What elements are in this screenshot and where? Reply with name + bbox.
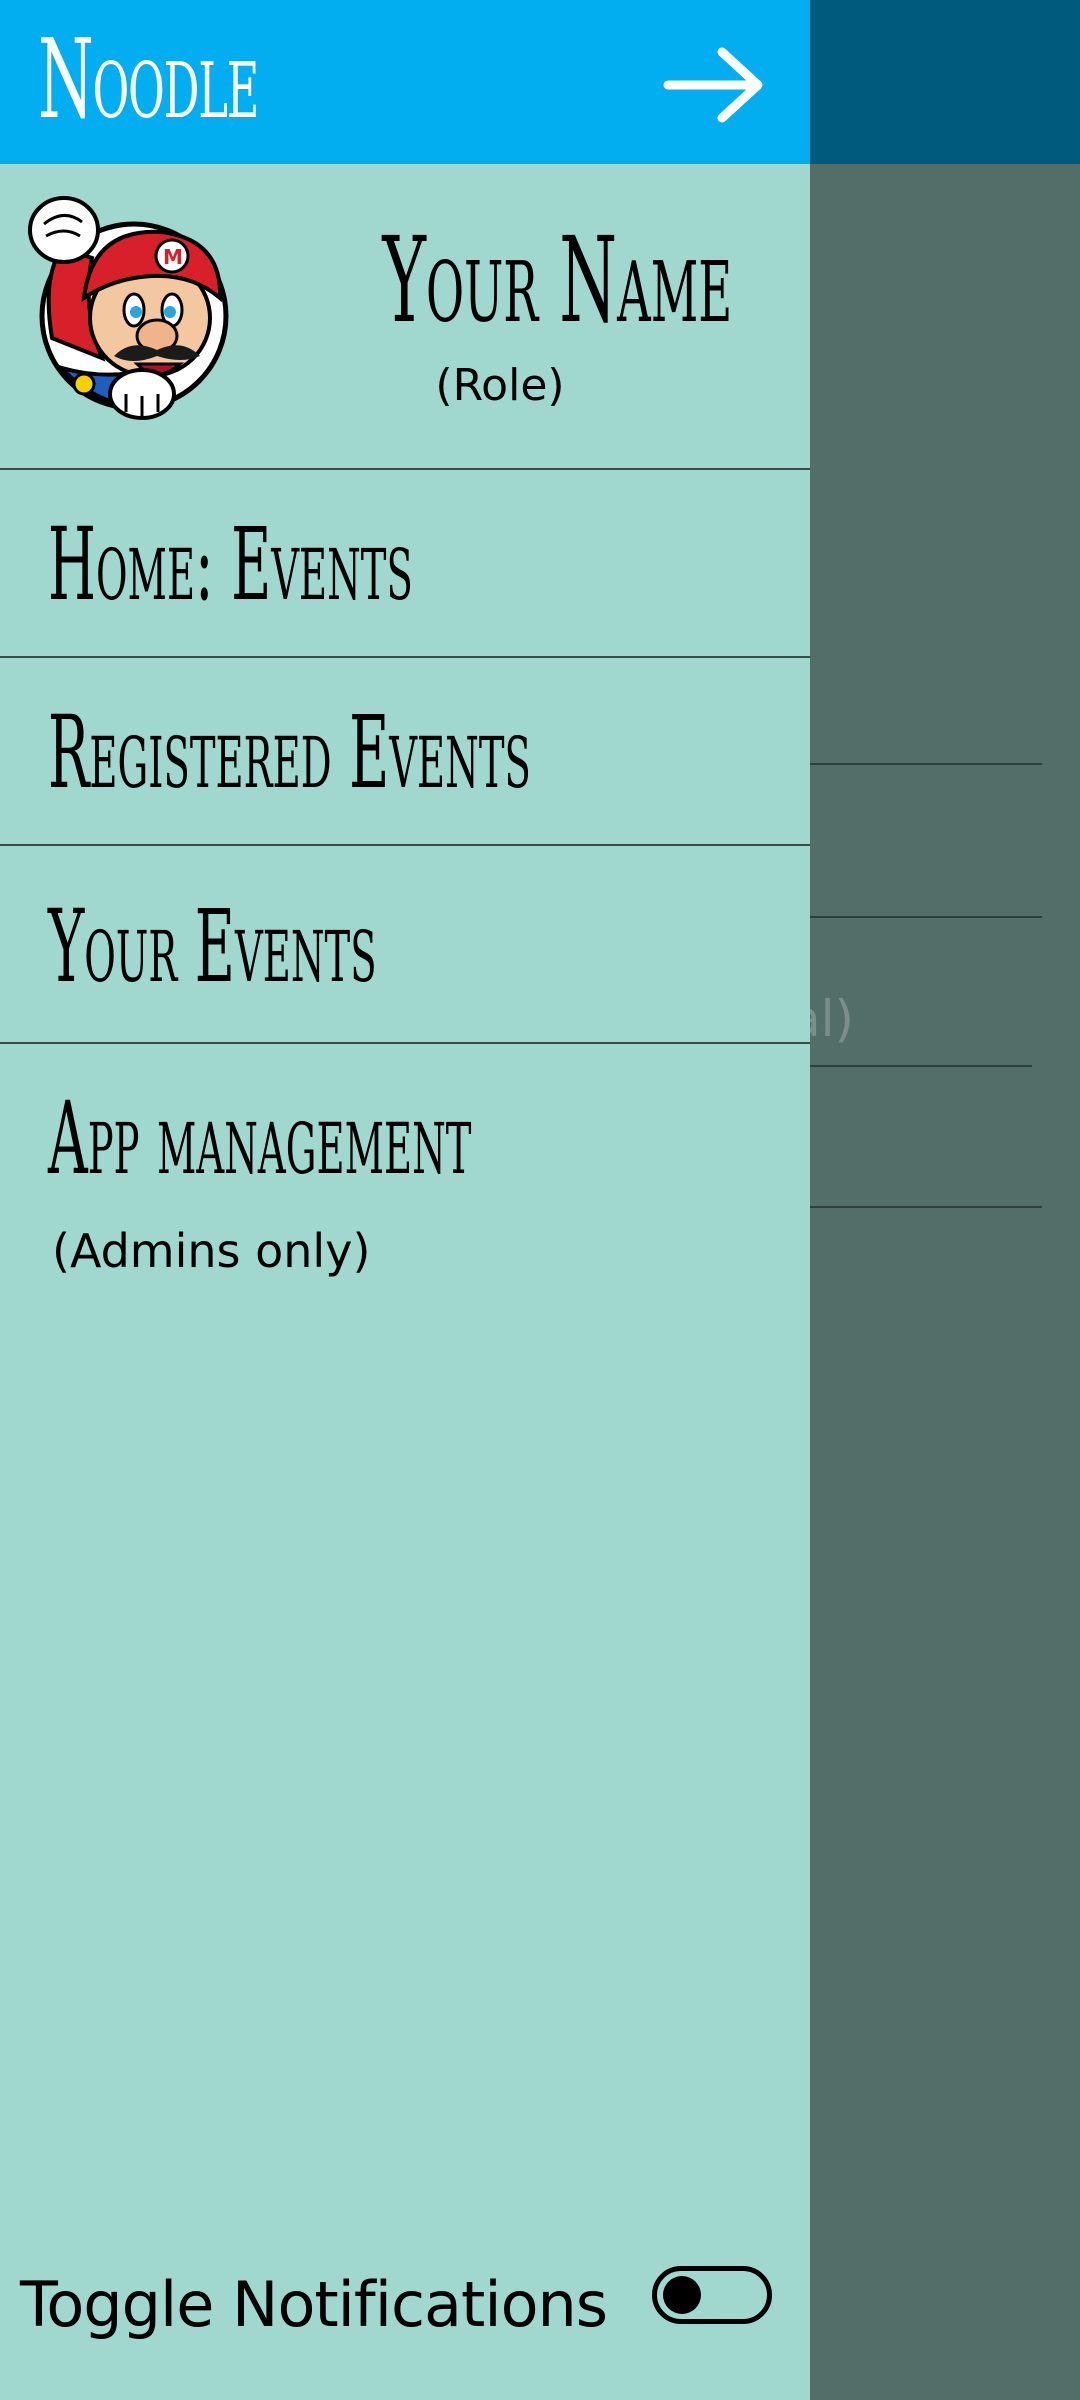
background-divider [810,1065,1032,1067]
drawer-header: Noodle [0,0,810,164]
profile-role: (Role) [435,360,565,411]
menu-item-your-events[interactable]: Your Events [0,846,810,1044]
menu-item-label: App management [48,1080,472,1197]
toggle-knob [663,2276,701,2314]
app-title: Noodle [38,15,259,143]
menu-item-sublabel: (Admins only) [52,1224,371,1278]
background-divider [810,763,1042,765]
profile-section: M Your Name (Role) [0,164,810,470]
background-divider [810,1206,1042,1208]
toggle-notifications-label: Toggle Notifications [20,2268,608,2341]
notifications-toggle-row: Toggle Notifications [0,2240,810,2370]
profile-name: Your Name [382,211,733,349]
menu-item-label: Registered Events [48,694,531,811]
mario-avatar: M [22,188,232,428]
menu-item-label: Your Events [48,888,377,1005]
menu-item-label: Home: Events [48,506,413,623]
background-divider [810,916,1042,918]
menu-item-home-events[interactable]: Home: Events [0,470,810,658]
menu-item-app-management[interactable]: App management (Admins only) [0,1044,810,1284]
arrow-right-icon[interactable] [660,40,770,130]
svg-text:M: M [163,245,183,269]
notifications-toggle-switch[interactable] [652,2266,772,2324]
menu-item-registered-events[interactable]: Registered Events [0,658,810,846]
navigation-drawer: Noodle M Your Name (Role) Home: Events R… [0,0,810,2400]
